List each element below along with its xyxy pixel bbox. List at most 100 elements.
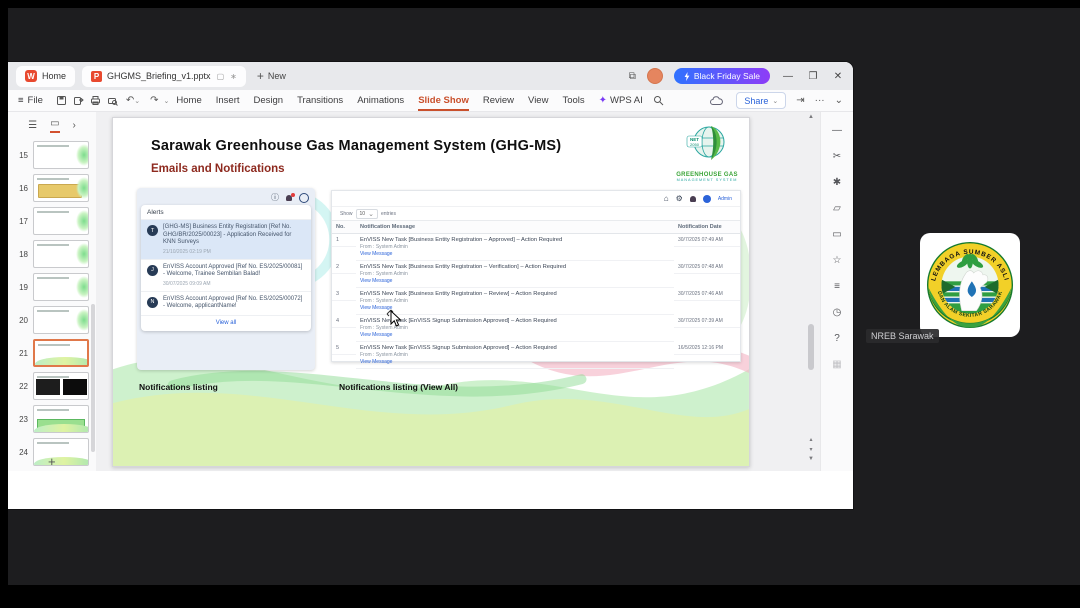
previous-slide-icon[interactable]: ▴ [806,436,816,443]
menu-bar: ≡ File ↶⌄ ↷ ⌄ Home Insert Design Transit… [8,90,853,112]
save-icon[interactable] [56,95,67,106]
menu-home[interactable]: Home [176,95,201,106]
menu-transitions[interactable]: Transitions [297,95,343,106]
share-caret-icon: ⌄ [772,97,779,105]
thumbnail-slide-16[interactable]: 16 [8,174,96,202]
table-row[interactable]: EnVISS New Task [EnVISS Signup Submissio… [356,315,674,342]
effects-icon[interactable]: ✱ [833,178,841,188]
next-slide-icon[interactable]: ▾ [806,446,816,453]
black-friday-sale-button[interactable]: Black Friday Sale [673,68,770,84]
thumbnail-slide-19[interactable]: 19 [8,273,96,301]
unsaved-indicator-icon: ∗ [230,71,237,81]
collapse-ribbon-icon[interactable]: ⌄ [835,95,843,106]
expand-panel-icon[interactable]: › [73,120,76,131]
search-icon[interactable] [653,95,664,106]
menu-wps-ai[interactable]: ✦ WPS AI [599,95,643,106]
user-avatar[interactable] [646,68,663,84]
table-row[interactable]: EnVISS New Task [Business Entity Registr… [356,234,674,261]
collapse-pane-icon[interactable]: — [832,126,842,136]
thumbnail-slide-20[interactable]: 20 [8,306,96,334]
thumbnail-slide-15[interactable]: 15 [8,141,96,169]
view-message-link[interactable]: View Message [360,359,670,366]
window-layout-icon[interactable]: ⧉ [629,71,636,82]
thumbnail-slide-18[interactable]: 18 [8,240,96,268]
thumbnail-scrollbar[interactable] [91,304,95,452]
slide-pane-icon[interactable]: ▭ [50,118,60,133]
screen: W Home P GHGMS_Briefing_v1.pptx ▢ ∗ + Ne… [0,0,1080,608]
quickbar-caret-icon[interactable]: ⌄ [164,97,170,105]
redo-button[interactable]: ↷ [150,95,158,106]
col-no[interactable]: No. [332,220,356,234]
thumbnail-slide-23[interactable]: 23 [8,405,96,433]
alerts-app-topbar: ⓘ [141,191,311,205]
menu-slide-show[interactable]: Slide Show [418,95,469,111]
menu-review[interactable]: Review [483,95,514,106]
output-icon[interactable] [73,95,84,106]
outline-view-icon[interactable]: ☰ [28,120,37,131]
new-tab-button[interactable]: + New [257,69,286,83]
menu-design[interactable]: Design [254,95,284,106]
admin-avatar [702,194,711,203]
view-all-link[interactable]: View all [141,316,311,331]
entries-control: Show 10 ⌄ entries [340,208,396,219]
view-message-link[interactable]: View Message [360,305,670,312]
thumbnail-slide-17[interactable]: 17 [8,207,96,235]
alert-item[interactable]: T [GHG-MS] Business Entity Registration … [141,220,311,260]
comment-pane-icon[interactable]: ▭ [832,230,841,240]
cloud-upload-icon[interactable] [710,95,724,106]
alert-item[interactable]: N EnVISS Account Approved [Ref No. ES/20… [141,292,311,316]
nreb-emblem: LEMBAGA SUMBER ASLI DAN ALAM SEKITAR SAR… [926,241,1014,329]
print-icon[interactable] [90,95,101,106]
menu-animations[interactable]: Animations [357,95,404,106]
close-button[interactable]: ✕ [831,71,845,82]
shapes-icon[interactable]: ▱ [833,204,841,214]
canvas-scrollbar[interactable]: ▲ ▴ ▾ ▼ [806,114,816,468]
table-row[interactable]: EnVISS New Task [Business Entity Registr… [356,288,674,315]
undo-button[interactable]: ↶⌄ [126,95,140,106]
help-icon[interactable]: ? [834,334,840,344]
minimize-button[interactable]: — [781,71,795,82]
apps-grid-icon[interactable]: ▦ [832,360,841,370]
share-button[interactable]: Share ⌄ [736,92,787,109]
slide-21[interactable]: Sarawak Greenhouse Gas Management System… [112,117,750,467]
svg-text:2050: 2050 [690,142,700,147]
ribbon-layout-icon[interactable]: ⇥ [796,95,804,106]
alert-item[interactable]: J EnVISS Account Approved [Ref No. ES/20… [141,260,311,292]
notifications-table: No. Notification Message Notification Da… [332,220,740,369]
favorites-icon[interactable]: ☆ [833,256,842,266]
scroll-down-icon[interactable]: ▼ [806,456,816,462]
scrollbar-thumb[interactable] [808,324,814,370]
caption-notifications-listing-view-all: Notifications listing (View All) [339,382,459,392]
scroll-up-icon[interactable]: ▲ [806,114,816,120]
participant-name-label: NREB Sarawak [866,329,939,343]
participant-logo: LEMBAGA SUMBER ASLI DAN ALAM SEKITAR SAR… [920,233,1020,337]
thumbnail-slide-21-selected[interactable]: 21 [8,339,96,367]
view-message-link[interactable]: View Message [360,332,670,339]
home-app-tab[interactable]: W Home [16,65,76,87]
view-message-link[interactable]: View Message [360,251,670,258]
notification-badge [291,193,295,197]
view-message-link[interactable]: View Message [360,278,670,285]
menu-view[interactable]: View [528,95,548,106]
print-preview-icon[interactable] [107,95,118,106]
page-size-select[interactable]: 10 ⌄ [355,208,378,219]
tab-preview-icon[interactable]: ▢ [217,72,225,81]
properties-icon[interactable]: ≡ [834,282,840,292]
file-menu[interactable]: ≡ File [18,95,43,106]
document-tab[interactable]: P GHGMS_Briefing_v1.pptx ▢ ∗ [82,65,246,87]
more-options-icon[interactable]: ··· [815,95,825,106]
menu-tools[interactable]: Tools [562,95,584,106]
menu-insert[interactable]: Insert [216,95,240,106]
history-icon[interactable]: ◷ [833,308,842,318]
tools-icon[interactable]: ✂ [833,152,841,162]
add-slide-button[interactable]: + [48,454,56,469]
col-message[interactable]: Notification Message [356,220,674,234]
home-tab-label: Home [42,71,67,81]
thumbnail-slide-22[interactable]: 22 [8,372,96,400]
table-row[interactable]: EnVISS New Task [Business Entity Registr… [356,261,674,288]
restore-button[interactable]: ❐ [806,71,820,82]
sale-label: Black Friday Sale [693,71,760,81]
col-date[interactable]: Notification Date [674,220,740,234]
table-row[interactable]: EnVISS New Task [EnVISS Signup Submissio… [356,342,674,369]
notifications-table-screenshot: ⌂ ⚙ Admin Show 10 ⌄ entries No. Notifica… [331,190,741,369]
